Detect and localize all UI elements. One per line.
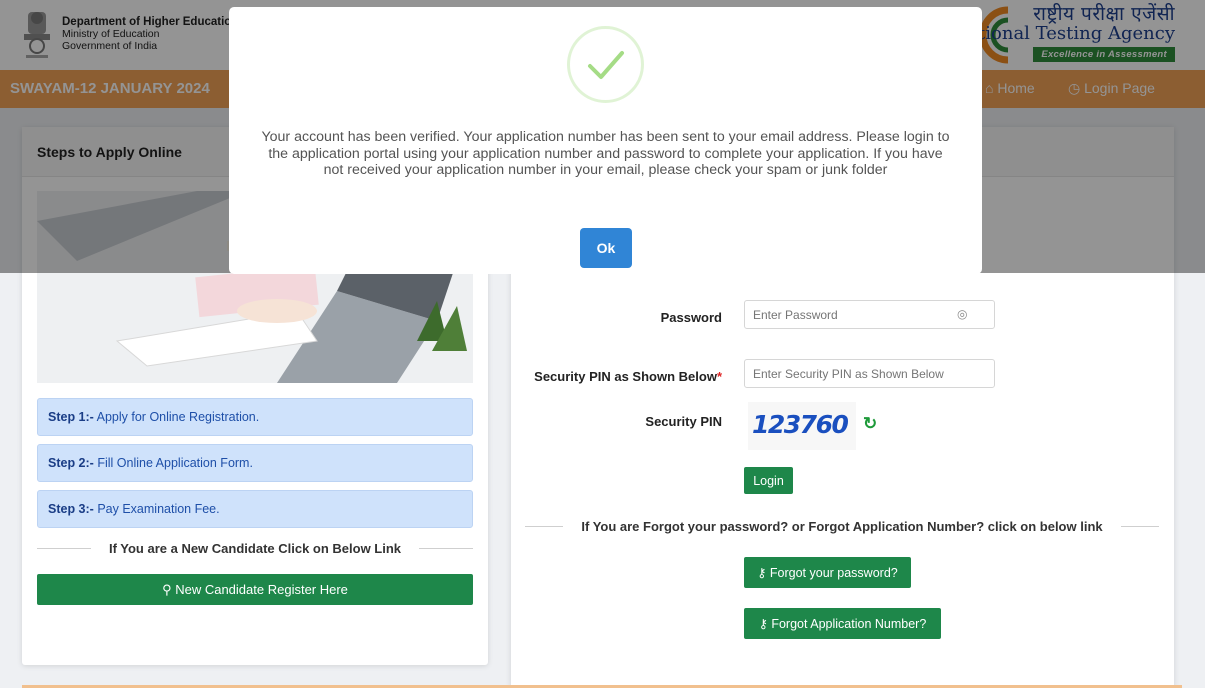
login-button[interactable]: Login [744, 467, 793, 494]
step-3-text: Pay Examination Fee. [97, 502, 220, 516]
security-pin-label: Security PIN as Shown Below* [534, 369, 722, 384]
step-1-label: Step 1:- [48, 410, 94, 424]
step-2: Step 2:- Fill Online Application Form. [37, 444, 473, 482]
step-2-text: Fill Online Application Form. [97, 456, 253, 470]
new-candidate-divider: If You are a New Candidate Click on Belo… [37, 540, 473, 556]
checkmark-icon [588, 51, 624, 79]
key-icon: ⚷ [757, 566, 767, 580]
forgot-application-number-button[interactable]: ⚷ Forgot Application Number? [744, 608, 941, 639]
ok-button[interactable]: Ok [580, 228, 632, 268]
step-1: Step 1:- Apply for Online Registration. [37, 398, 473, 436]
forgot-password-label: Forgot your password? [769, 566, 898, 580]
success-check-icon [567, 26, 644, 103]
forgot-password-button[interactable]: ⚷ Forgot your password? [744, 557, 911, 588]
user-add-icon: ⚲ [162, 581, 172, 597]
step-1-text: Apply for Online Registration. [96, 410, 260, 424]
new-candidate-register-button[interactable]: ⚲ New Candidate Register Here [37, 574, 473, 605]
password-label: Password [660, 310, 722, 325]
key-icon: ⚷ [758, 617, 768, 631]
dialog-message: Your account has been verified. Your app… [261, 129, 950, 178]
forgot-divider: If You are Forgot your password? or Forg… [525, 518, 1159, 534]
captcha-text: 123760 [752, 410, 849, 439]
new-candidate-text: If You are a New Candidate Click on Belo… [108, 540, 402, 556]
forgot-text: If You are Forgot your password? or Forg… [581, 518, 1103, 534]
security-pin-label-text: Security PIN as Shown Below [534, 369, 717, 384]
forgot-appno-label: Forgot Application Number? [771, 617, 927, 631]
step-2-label: Step 2:- [48, 456, 94, 470]
register-button-label: New Candidate Register Here [175, 581, 348, 597]
refresh-captcha-icon[interactable]: ↻ [863, 414, 877, 434]
captcha-image: 123760 [748, 402, 856, 450]
required-asterisk: * [716, 369, 722, 384]
eye-slash-icon[interactable]: ◎ [957, 307, 967, 321]
captcha-label: Security PIN [645, 414, 722, 429]
security-pin-input[interactable] [744, 359, 995, 388]
step-3-label: Step 3:- [48, 502, 94, 516]
step-3: Step 3:- Pay Examination Fee. [37, 490, 473, 528]
success-dialog: Your account has been verified. Your app… [229, 7, 982, 274]
